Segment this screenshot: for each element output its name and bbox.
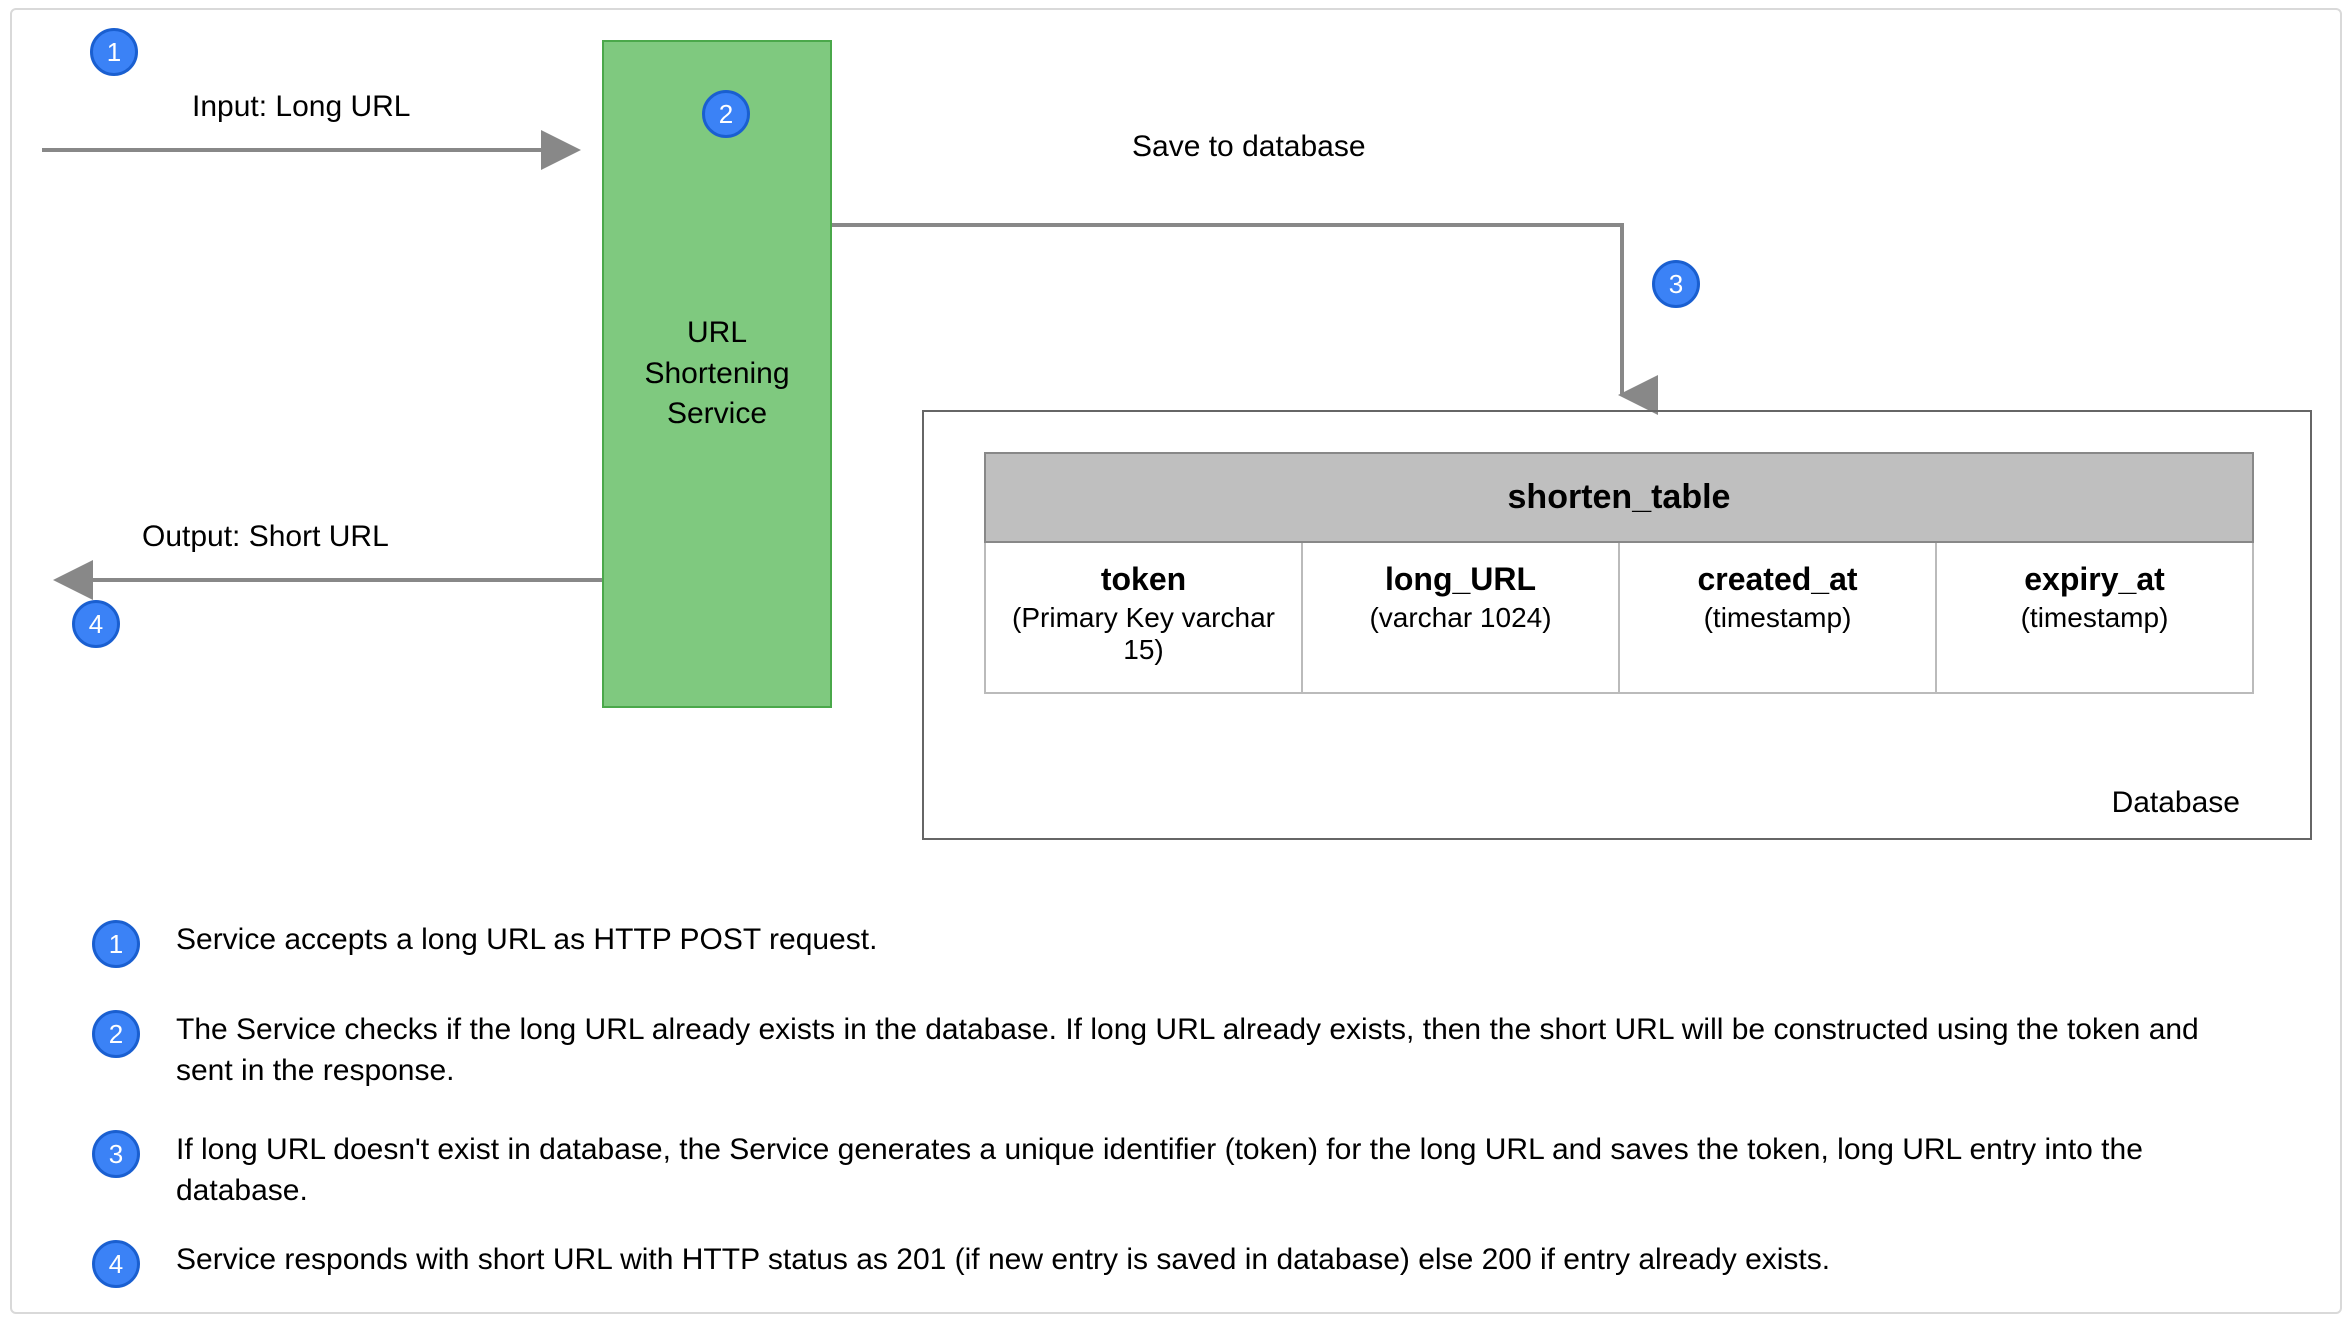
input-arrow-label: Input: Long URL (192, 90, 410, 124)
legend-text-1: Service accepts a long URL as HTTP POST … (176, 920, 877, 961)
legend-text-4: Service responds with short URL with HTT… (176, 1240, 1830, 1281)
service-box: URL Shortening Service (602, 40, 832, 708)
schema-table: shorten_table token (Primary Key varchar… (984, 452, 2254, 694)
step-badge-4: 4 (72, 600, 120, 648)
output-arrow (42, 565, 602, 595)
service-label: URL Shortening Service (644, 313, 789, 435)
legend-row-1: 1 Service accepts a long URL as HTTP POS… (92, 920, 877, 968)
legend-badge-1: 1 (92, 920, 140, 968)
database-label: Database (2112, 786, 2240, 820)
diagram-canvas: 1 Input: Long URL URL Shortening Service… (10, 8, 2342, 1314)
table-col: token (Primary Key varchar 15) (985, 542, 1302, 693)
table-col: long_URL (varchar 1024) (1302, 542, 1619, 693)
output-arrow-label: Output: Short URL (142, 520, 389, 554)
legend-badge-2: 2 (92, 1010, 140, 1058)
save-arrow-label: Save to database (1132, 130, 1366, 164)
legend-row-3: 3 If long URL doesn't exist in database,… (92, 1130, 2216, 1211)
legend-badge-4: 4 (92, 1240, 140, 1288)
table-col: expiry_at (timestamp) (1936, 542, 2253, 693)
legend-row-4: 4 Service responds with short URL with H… (92, 1240, 1830, 1288)
table-col: created_at (timestamp) (1619, 542, 1936, 693)
legend-text-2: The Service checks if the long URL alrea… (176, 1010, 2216, 1091)
step-badge-2: 2 (702, 90, 750, 138)
legend-badge-3: 3 (92, 1130, 140, 1178)
step-badge-1: 1 (90, 28, 138, 76)
database-box: shorten_table token (Primary Key varchar… (922, 410, 2312, 840)
legend-text-3: If long URL doesn't exist in database, t… (176, 1130, 2216, 1211)
table-name: shorten_table (985, 453, 2253, 542)
save-arrow (832, 215, 1662, 415)
step-badge-3: 3 (1652, 260, 1700, 308)
input-arrow (42, 135, 592, 165)
legend-row-2: 2 The Service checks if the long URL alr… (92, 1010, 2216, 1091)
